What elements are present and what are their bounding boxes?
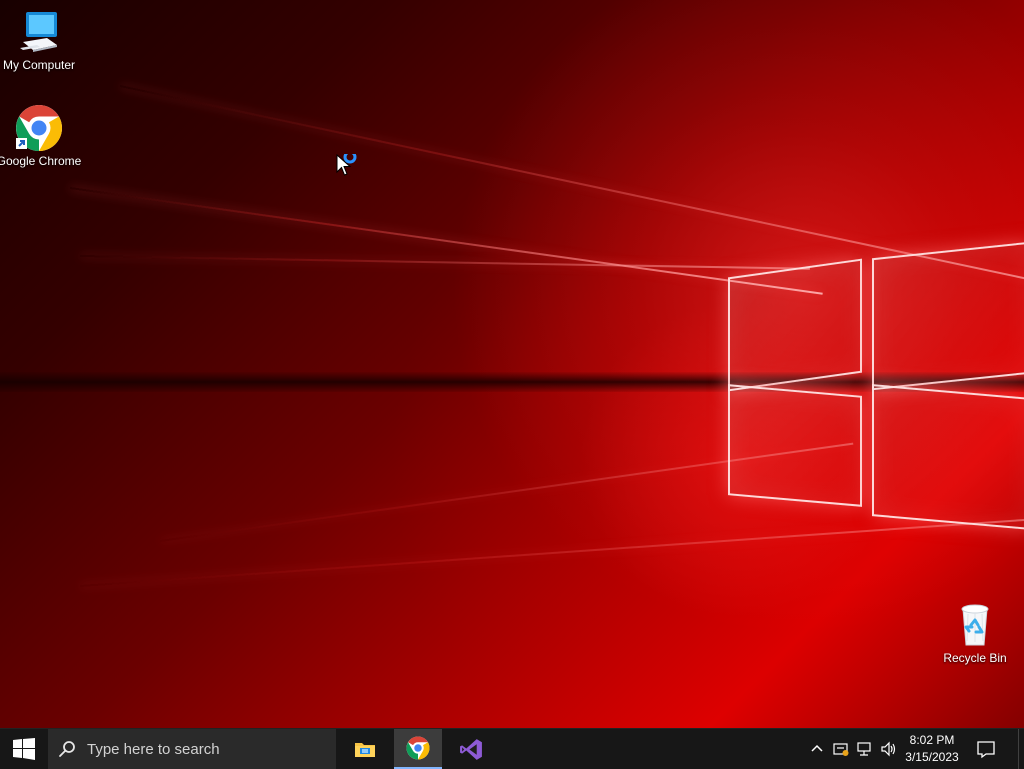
clock-time: 8:02 PM — [909, 733, 955, 747]
network-icon — [857, 742, 871, 756]
desktop[interactable]: My Computer Google Chrome Recycle Bin — [0, 0, 1024, 728]
taskbar-clock[interactable]: 8:02 PM 3/15/2023 — [898, 732, 966, 766]
tray-show-hidden-icons-button[interactable] — [805, 729, 829, 769]
windows-logo-pane — [728, 384, 862, 507]
desktop-icon-my-computer[interactable]: My Computer — [0, 8, 82, 73]
computer-icon — [20, 12, 57, 52]
action-center-button[interactable] — [970, 729, 1002, 769]
tray-network-button[interactable] — [853, 729, 877, 769]
file-explorer-icon — [355, 743, 375, 757]
chevron-up-icon — [811, 744, 823, 752]
wallpaper-light-beam — [79, 516, 1024, 587]
windows-logo-pane — [872, 384, 1024, 530]
wallpaper-horizon — [0, 372, 1024, 392]
visual-studio-icon — [459, 738, 482, 760]
taskbar-app-google-chrome[interactable] — [394, 729, 442, 769]
taskbar: 8:02 PM 3/15/2023 — [0, 728, 1024, 769]
clock-date: 3/15/2023 — [905, 750, 959, 764]
chrome-icon — [406, 736, 430, 760]
busy-cursor-icon — [336, 154, 357, 176]
show-desktop-button[interactable] — [1018, 729, 1024, 769]
windows-start-icon — [13, 738, 35, 760]
search-icon — [59, 741, 75, 757]
taskbar-app-visual-studio[interactable] — [447, 729, 495, 769]
desktop-icon-label: Recycle Bin — [943, 651, 1007, 665]
desktop-icon-label: My Computer — [2, 58, 76, 72]
chrome-icon — [16, 105, 62, 151]
taskbar-search-box[interactable] — [48, 729, 336, 769]
wallpaper-light-beam — [79, 255, 810, 270]
wallpaper-light-beam — [159, 442, 854, 542]
desktop-icon-google-chrome[interactable]: Google Chrome — [0, 104, 82, 169]
desktop-icon-recycle-bin[interactable]: Recycle Bin — [932, 601, 1018, 666]
tray-security-button[interactable] — [829, 729, 853, 769]
start-button[interactable] — [0, 729, 48, 769]
notification-icon — [977, 741, 995, 759]
windows-logo-pane — [872, 241, 1024, 391]
desktop-icon-label: Google Chrome — [0, 154, 82, 168]
recycle-bin-icon — [961, 604, 989, 646]
windows-logo-pane — [728, 258, 862, 392]
security-icon — [833, 743, 849, 756]
wallpaper-light-beam — [119, 85, 1024, 281]
wallpaper-light-beam — [69, 187, 823, 295]
windows-logo-wallpaper — [728, 241, 1024, 540]
taskbar-app-file-explorer[interactable] — [341, 729, 389, 769]
volume-icon — [881, 741, 896, 757]
search-input[interactable] — [87, 740, 317, 758]
